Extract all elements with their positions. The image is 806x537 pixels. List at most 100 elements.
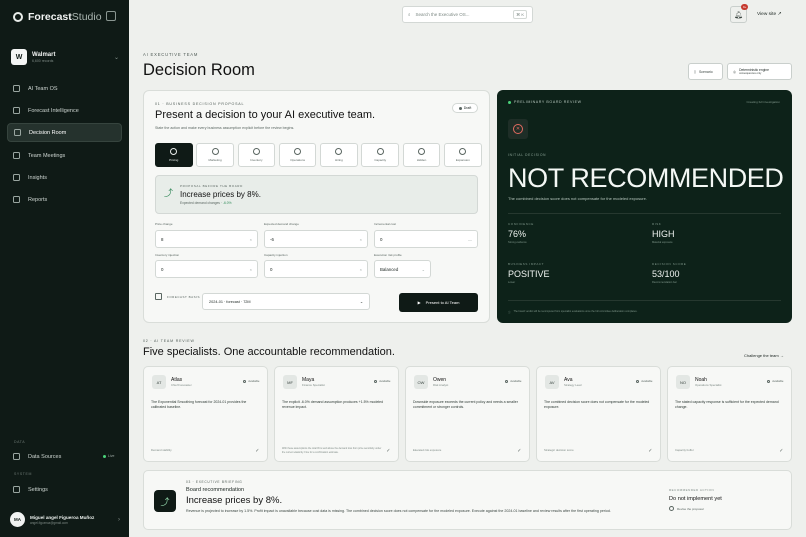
lever-inventory[interactable]: Inventory xyxy=(237,143,276,167)
review-footer: ⓘ The board verdict will be recomputed fr… xyxy=(508,300,781,314)
org-sub: 6,600 records xyxy=(32,58,54,63)
lever-expansion[interactable]: Expansion xyxy=(444,143,482,167)
risk-profile-select[interactable]: Balanced ⌄ xyxy=(374,260,431,278)
check-icon: ✓ xyxy=(255,448,260,454)
insights-icon xyxy=(13,174,20,181)
metric-decision-score: DECISION SCORE 53/100 Recommendation bar xyxy=(652,262,687,284)
demand-change-field[interactable]: -6 × xyxy=(264,230,368,248)
lever-capacity[interactable]: Capacity xyxy=(361,143,399,167)
lever-hidden[interactable]: Hidden xyxy=(402,143,441,167)
sidebar-item-label: Insights xyxy=(28,174,47,181)
status-badge: Available xyxy=(636,379,653,383)
specialist-text: The stated capacity response is sufficie… xyxy=(675,400,779,409)
clear-icon[interactable]: × xyxy=(360,237,362,242)
price-change-field[interactable]: 8 × xyxy=(155,230,258,248)
specialist-role: Strategy Lead xyxy=(564,383,582,387)
shortcut-hint: ⌘ K xyxy=(513,10,527,19)
briefing-kicker: 03 · EXECUTIVE BRIEFING xyxy=(186,480,243,484)
chevron-down-icon: ⌄ xyxy=(421,266,425,272)
snapshot-label: FORECAST BASIS xyxy=(155,293,200,300)
user-menu[interactable]: MA Miguel angel Figueroa Muñoz angel.fig… xyxy=(10,512,120,527)
stop-icon: ✕ xyxy=(508,119,528,139)
specialist-card[interactable]: AT Atlas Chief Forecaster Available The … xyxy=(143,366,268,462)
recommended-action-sub: Revise the proposal xyxy=(669,506,704,511)
brand-mark-icon xyxy=(13,12,23,22)
status-badge: Available xyxy=(505,379,522,383)
inventory-icon xyxy=(252,148,260,155)
check-icon: ✓ xyxy=(779,448,784,454)
sidebar-item-insights[interactable]: Insights xyxy=(7,168,122,187)
page-title: Decision Room xyxy=(143,61,255,79)
user-email: angel.figueroa@gmail.com xyxy=(30,520,68,525)
specialist-card[interactable]: MF Maya Finance Specialist Available The… xyxy=(274,366,399,462)
specialist-card[interactable]: NO Noah Operations Specialist Available … xyxy=(667,366,792,462)
lever-pricing[interactable]: Pricing xyxy=(155,143,193,167)
avatar: AT xyxy=(152,375,166,389)
status-dot-icon xyxy=(767,379,771,383)
clear-icon[interactable]: × xyxy=(250,237,252,242)
scenario-button[interactable]: ▯ Scenario xyxy=(688,63,723,80)
sidebar-item-settings[interactable]: Settings xyxy=(7,480,122,499)
proposal-summary-sub: Expected demand changes · -6.0% xyxy=(180,201,232,205)
brand-name: Forecast xyxy=(28,11,72,23)
challenge-team-button[interactable]: Challenge the team → xyxy=(744,353,784,358)
chevron-right-icon: › xyxy=(118,516,120,523)
minus-icon[interactable]: — xyxy=(468,237,472,242)
hiring-icon xyxy=(335,148,343,155)
sidebar-item-ai-team-os[interactable]: AI Team OS xyxy=(7,79,122,98)
sidebar-item-label: Decision Room xyxy=(29,129,67,136)
hidden-icon xyxy=(418,148,426,155)
specialist-card[interactable]: OW Owen Risk Analyst Available Downside … xyxy=(405,366,530,462)
sidebar-item-decision-room[interactable]: Decision Room xyxy=(7,123,122,142)
briefing-body: Revenue is projected to increase by 1.5%… xyxy=(186,509,611,513)
avatar: NO xyxy=(676,375,690,389)
field-label: Capacity injection xyxy=(264,253,288,257)
sidebar-item-team-meetings[interactable]: Team Meetings xyxy=(7,146,122,165)
calendar-icon xyxy=(155,293,162,300)
specialist-card[interactable]: AV Ava Strategy Lead Available The combi… xyxy=(536,366,661,462)
brand-logo[interactable]: ForecastStudio xyxy=(13,11,102,23)
play-icon: ▶ xyxy=(417,300,421,305)
snapshot-select[interactable]: 2024-01 · forecast · 72M ⌄ xyxy=(202,293,370,310)
specialist-footer: With these assumptions the total lift is… xyxy=(282,447,382,454)
metrics-grid: CONFIDENCE 76% Strong evidence RISK HIGH Mat… xyxy=(508,213,781,284)
incremental-cost-field[interactable]: 0— xyxy=(374,230,478,248)
specialist-role: Chief Forecaster xyxy=(171,383,192,387)
status-badge: Draft xyxy=(452,103,478,113)
decision-icon xyxy=(14,129,21,136)
lever-marketing[interactable]: Marketing xyxy=(196,143,234,167)
sidebar-item-forecast-intelligence[interactable]: Forecast Intelligence xyxy=(7,101,122,120)
clear-icon[interactable]: × xyxy=(360,267,362,272)
metric-risk: RISK HIGH Material exposure xyxy=(652,222,675,244)
inventory-injection-field[interactable]: 0 × xyxy=(155,260,258,278)
specialist-role: Operations Specialist xyxy=(695,383,722,387)
capacity-injection-field[interactable]: 0 × xyxy=(264,260,368,278)
breadcrumb: AI EXECUTIVE TEAM xyxy=(143,52,199,57)
review-status: Creating full investigation xyxy=(746,100,780,104)
clear-icon[interactable]: × xyxy=(250,267,252,272)
specialist-role: Risk Analyst xyxy=(433,383,449,387)
section-label-data: DATA xyxy=(14,440,26,444)
chevron-down-icon: ⌄ xyxy=(359,300,363,304)
briefing-icon: ⤴ xyxy=(154,490,176,512)
present-button[interactable]: ▶ Present to AI Team xyxy=(399,293,478,312)
preliminary-review-panel: PRELIMINARY BOARD REVIEW Creating full i… xyxy=(497,90,792,323)
search-input[interactable]: ⌕ Search the Executive OS... ⌘ K xyxy=(402,6,533,23)
briefing-heading: Increase prices by 8%. xyxy=(186,495,283,506)
view-site-link[interactable]: View site ↗ xyxy=(757,12,781,17)
specialist-role: Finance Specialist xyxy=(302,383,325,387)
specialist-text: The Exponential Smoothing forecast for 2… xyxy=(151,400,247,409)
clock-icon xyxy=(669,506,674,511)
sidebar-item-reports[interactable]: Reports xyxy=(7,190,122,209)
status-badge: Available xyxy=(243,379,260,383)
field-label: Expected demand change xyxy=(264,222,299,226)
external-link-icon: ↗ xyxy=(777,12,782,17)
lever-operations[interactable]: Operations xyxy=(278,143,317,167)
lever-hiring[interactable]: Hiring xyxy=(320,143,358,167)
collapse-sidebar-icon[interactable] xyxy=(106,11,116,21)
bell-icon: 🔔︎ xyxy=(734,11,743,19)
org-switcher[interactable]: W Walmart 6,600 records ⌄ xyxy=(11,48,119,66)
status-dot-icon xyxy=(458,106,462,110)
status-badge: Available xyxy=(374,379,391,383)
expansion-icon xyxy=(459,148,467,155)
